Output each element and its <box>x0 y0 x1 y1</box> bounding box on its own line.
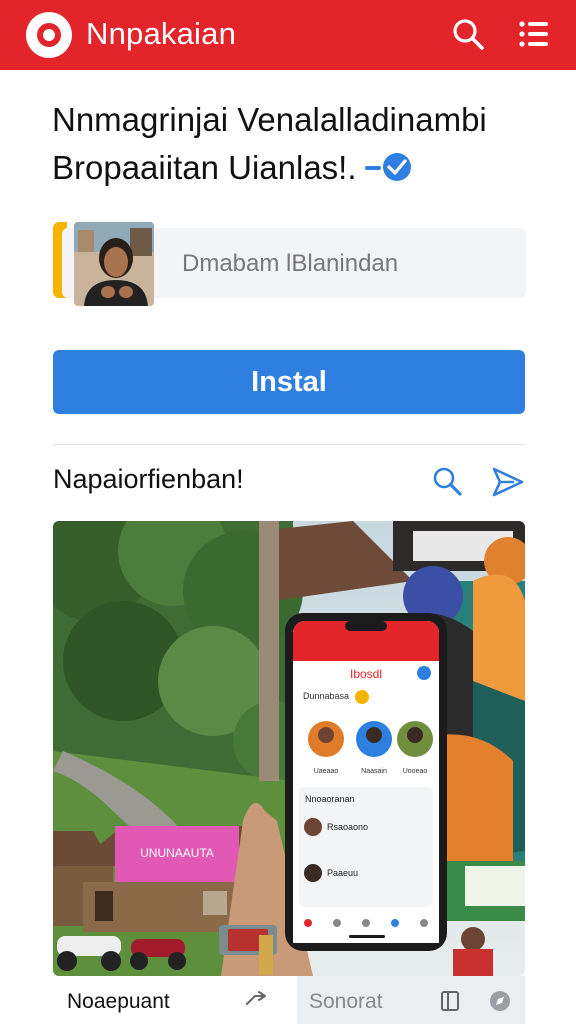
menu-icon[interactable] <box>516 16 552 52</box>
phone-person-1: Uaeaao <box>314 768 339 775</box>
hero-photo[interactable]: UNUNAAUTA Ibosdl Dunnabasa Uaeaao Naasai… <box>53 521 525 976</box>
shop-sign-text: UNUNAAUTA <box>140 846 214 860</box>
bottom-right-label[interactable]: Sonorat <box>309 990 383 1014</box>
divider <box>53 444 525 445</box>
bottom-bar: Noaepuant Sonorat <box>53 976 525 1024</box>
profile-name: Dmabam lBlanindan <box>182 250 399 277</box>
app-logo-icon[interactable] <box>26 12 72 58</box>
bookmark-icon[interactable] <box>437 988 463 1014</box>
app-title: Nnpakaian <box>86 16 237 51</box>
headline-line-1: Nnmagrinjai Venalalladinambi <box>52 101 487 138</box>
headline-line-2: Bropaaiitan Uianlas!. <box>52 149 357 186</box>
share-icon[interactable] <box>243 988 269 1014</box>
section-search-icon[interactable] <box>430 464 466 500</box>
verified-badge-icon <box>364 153 411 181</box>
search-icon[interactable] <box>450 16 486 52</box>
page-headline: Nnmagrinjai Venalalladinambi Bropaaiitan… <box>52 96 532 192</box>
app-header: Nnpakaian <box>0 0 576 70</box>
install-button[interactable]: Instal <box>53 350 525 414</box>
phone-person-2: Naasain <box>361 768 387 775</box>
bottom-left-label[interactable]: Noaepuant <box>67 990 170 1014</box>
avatar[interactable] <box>74 222 154 306</box>
send-icon[interactable] <box>490 464 526 500</box>
phone-person-3: Uooeao <box>403 768 428 775</box>
compass-icon[interactable] <box>487 988 513 1014</box>
phone-app-title: Ibosdl <box>350 667 382 681</box>
section-title: Napaiorfienban! <box>53 464 244 494</box>
phone-row-1: Rsaoaono <box>327 822 368 832</box>
phone-list-title: Nnoaoranan <box>305 794 355 804</box>
phone-row-2: Paaeuu <box>327 868 358 878</box>
hero-illustration: UNUNAAUTA Ibosdl Dunnabasa Uaeaao Naasai… <box>53 521 525 976</box>
phone-tag: Dunnabasa <box>303 691 349 701</box>
